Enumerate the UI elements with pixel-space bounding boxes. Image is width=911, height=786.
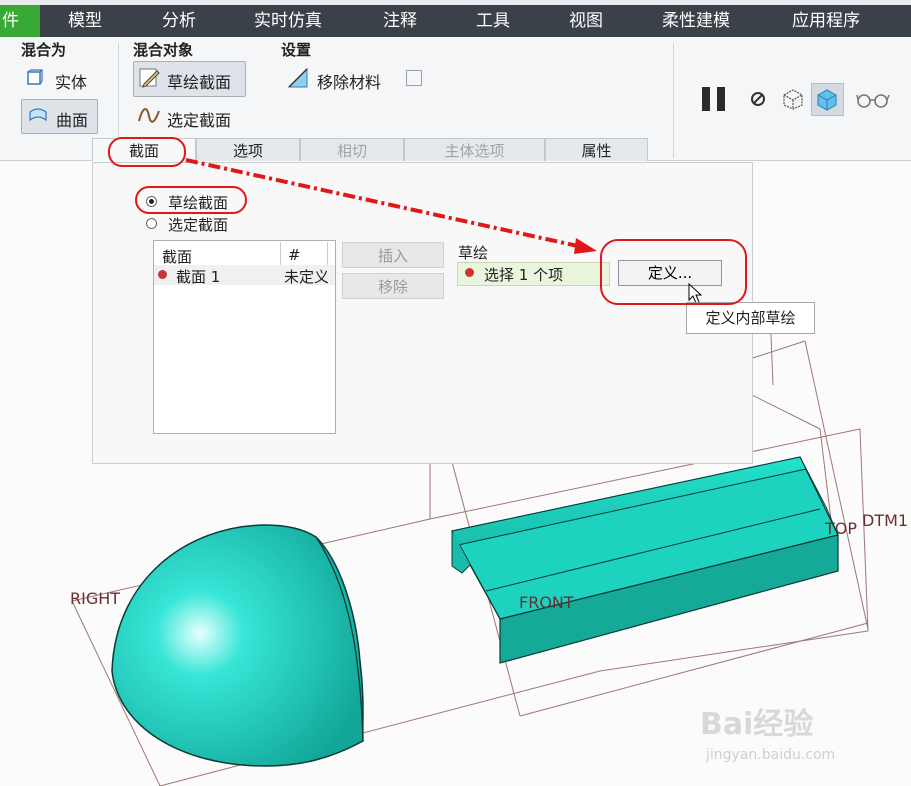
annotation-arrow bbox=[185, 158, 597, 254]
